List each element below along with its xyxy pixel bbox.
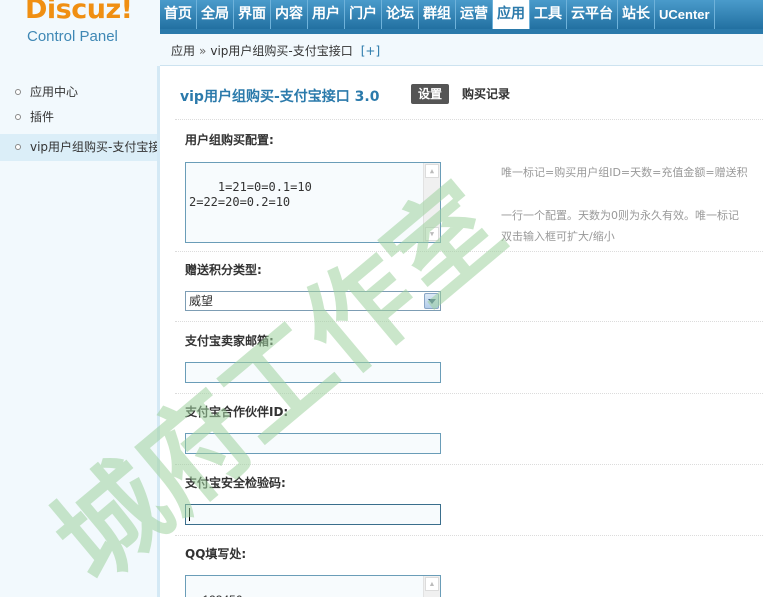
nav-item-users[interactable]: 用户 [308,0,345,29]
breadcrumb-current: vip用户组购买-支付宝接口 [210,44,353,58]
breadcrumb: 应用 » vip用户组购买-支付宝接口 [+] [160,34,763,66]
nav-item-portal[interactable]: 门户 [345,0,382,29]
partner-id-label: 支付宝合作伙伴ID: [185,405,289,419]
nav-item-groups[interactable]: 群组 [419,0,456,29]
add-shortcut-button[interactable]: [+] [361,44,380,58]
main-content: vip用户组购买-支付宝接口 3.0 设置 购买记录 用户组购买配置: 1=21… [161,67,763,597]
config-tip-resize: 双击输入框可扩大/缩小 [501,230,615,243]
top-navigation: 首页 全局 界面 内容 用户 门户 论坛 群组 运营 应用 工具 云平台 站长 … [160,0,763,32]
nav-item-forum[interactable]: 论坛 [382,0,419,29]
config-tip-rules: 一行一个配置。天数为0则为永久有效。唯一标记 [501,209,739,222]
divider [175,464,763,465]
config-label: 用户组购买配置: [185,133,274,147]
text-cursor [189,508,190,522]
divider [175,321,763,322]
scroll-down-icon[interactable]: ▼ [425,227,439,241]
chevron-down-icon[interactable] [424,293,439,309]
bullet-icon [15,89,21,95]
tab-purchase-records[interactable]: 购买记录 [462,84,510,104]
divider [175,535,763,536]
credit-type-select[interactable]: 威望 [185,291,441,311]
sidebar-divider [157,66,160,597]
sidebar-item-label: 应用中心 [30,85,79,99]
qq-textarea[interactable]: 123456 ▲ [185,575,441,597]
config-textarea[interactable]: 1=21=0=0.1=10 2=22=20=0.2=10 ▲ ▼ [185,162,441,243]
nav-item-webmaster[interactable]: 站长 [618,0,655,29]
nav-item-apps[interactable]: 应用 [493,0,530,29]
nav-item-content[interactable]: 内容 [271,0,308,29]
seller-email-input[interactable] [185,362,441,383]
scroll-up-icon[interactable]: ▲ [425,577,439,591]
tab-settings[interactable]: 设置 [411,84,450,104]
bullet-icon [15,144,21,150]
seller-email-label: 支付宝卖家邮箱: [185,334,274,348]
scroll-up-icon[interactable]: ▲ [425,164,439,178]
divider [175,393,763,394]
nav-item-home[interactable]: 首页 [160,0,197,29]
logo[interactable]: Discuz! Control Panel [0,0,160,66]
security-code-input[interactable] [185,504,441,525]
bullet-icon [15,114,21,120]
divider [175,251,763,252]
nav-item-tools[interactable]: 工具 [530,0,567,29]
page-title: vip用户组购买-支付宝接口 3.0 [180,89,380,105]
breadcrumb-root[interactable]: 应用 [171,44,195,58]
credit-type-label: 赠送积分类型: [185,263,262,277]
sidebar: 应用中心 插件 vip用户组购买-支付宝接口 [0,66,160,597]
logo-brand: Discuz! [25,0,133,25]
nav-item-cloud[interactable]: 云平台 [567,0,618,29]
sidebar-item-label: vip用户组购买-支付宝接口 [30,140,159,154]
partner-id-input[interactable] [185,433,441,454]
config-tip-format: 唯一标记=购买用户组ID=天数=充值金额=赠送积 [501,166,748,179]
credit-type-value: 威望 [189,294,214,308]
sidebar-item-label: 插件 [30,110,55,124]
divider [175,119,763,120]
nav-item-operations[interactable]: 运营 [456,0,493,29]
qq-value: 123456 [202,593,242,597]
sidebar-item-plugins[interactable]: 插件 [0,105,159,130]
qq-label: QQ填写处: [185,547,247,561]
security-code-label: 支付宝安全检验码: [185,476,286,490]
textarea-scrollbar[interactable]: ▲ ▼ [423,163,440,242]
breadcrumb-separator: » [199,44,207,58]
logo-subtitle: Control Panel [27,28,118,45]
nav-item-global[interactable]: 全局 [197,0,234,29]
nav-item-ucenter[interactable]: UCenter [655,0,715,29]
nav-item-ui[interactable]: 界面 [234,0,271,29]
textarea-scrollbar[interactable]: ▲ [423,576,440,597]
sidebar-item-app-center[interactable]: 应用中心 [0,80,159,105]
config-textarea-value: 1=21=0=0.1=10 2=22=20=0.2=10 [189,180,312,209]
sidebar-item-vip-plugin[interactable]: vip用户组购买-支付宝接口 [0,134,159,161]
